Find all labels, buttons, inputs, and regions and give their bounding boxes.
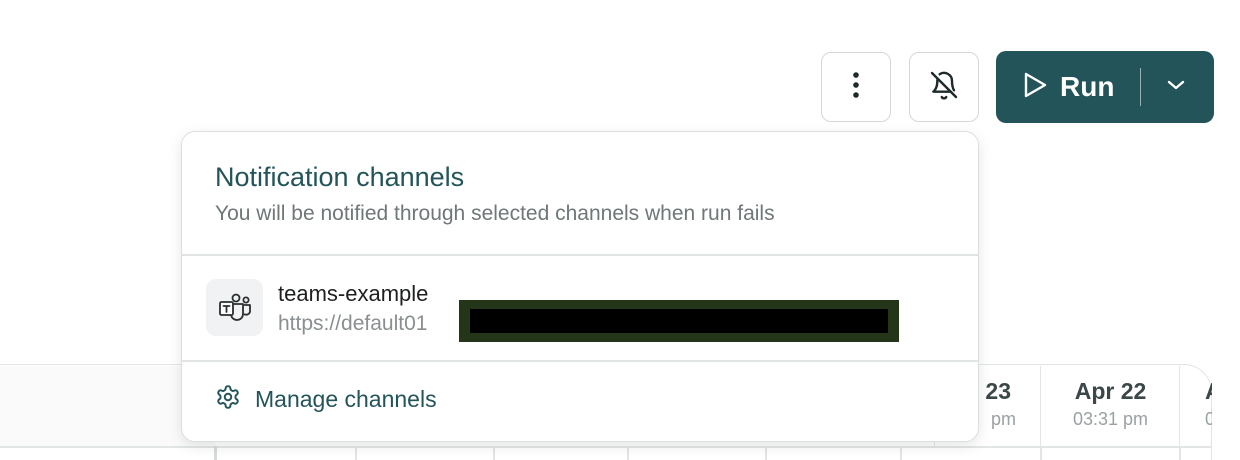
column-time: 0 (1180, 409, 1212, 430)
table-column-divider (355, 446, 357, 460)
chevron-down-icon (1166, 78, 1186, 96)
table-column-divider (1179, 446, 1181, 460)
microsoft-teams-icon (206, 279, 263, 336)
divider (182, 360, 978, 362)
more-options-button[interactable] (821, 52, 891, 122)
table-column-header[interactable]: A 0 (1179, 366, 1212, 446)
table-column-divider (765, 446, 767, 460)
manage-channels-label: Manage channels (255, 386, 437, 412)
table-column-separator (214, 446, 217, 460)
column-date: Apr 22 (1074, 378, 1147, 404)
run-button[interactable]: Run (996, 51, 1115, 123)
popover-subtitle: You will be notified through selected ch… (215, 202, 775, 225)
channel-url: https://default01 (278, 312, 428, 335)
gear-icon (215, 384, 241, 415)
channel-item[interactable]: teams-example https://default01 (182, 256, 978, 360)
play-icon (1022, 71, 1048, 104)
redacted-text (459, 300, 899, 342)
table-column-divider (627, 446, 629, 460)
page: 23 pm Apr 22 03:31 pm A 0 (0, 0, 1240, 460)
more-vertical-icon (852, 70, 860, 105)
table-row-divider (0, 446, 1212, 448)
channel-name: teams-example (278, 281, 429, 306)
column-time: 03:31 pm (1072, 409, 1149, 429)
redaction-bar (470, 309, 888, 333)
table-column-divider (900, 446, 902, 460)
table-column-divider (493, 446, 495, 460)
bell-off-icon (928, 69, 960, 106)
table-column-header[interactable]: Apr 22 03:31 pm (1040, 366, 1180, 446)
popover-title: Notification channels (215, 162, 465, 192)
manage-channels-link[interactable]: Manage channels (215, 384, 437, 415)
notification-channels-popover: Notification channels You will be notifi… (181, 131, 979, 442)
run-options-button[interactable] (1141, 51, 1211, 123)
run-label: Run (1060, 71, 1115, 102)
notifications-button[interactable] (909, 52, 979, 122)
column-date: A (1180, 378, 1212, 405)
table-column-divider (1040, 446, 1042, 460)
run-button-group: Run (996, 51, 1214, 123)
